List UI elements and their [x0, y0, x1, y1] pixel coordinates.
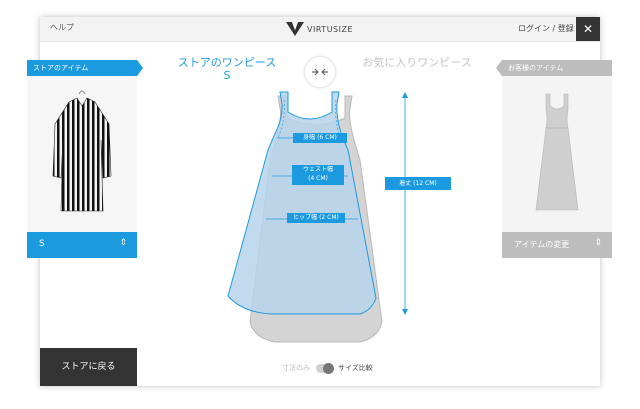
dimensions-only-label: 寸法のみ: [282, 364, 310, 372]
view-mode-toggle-row: 寸法のみ サイズ比較: [282, 362, 373, 374]
hip-measurement-label: ヒップ幅 (2 CM): [287, 213, 345, 223]
back-to-store-button[interactable]: ストアに戻る: [40, 348, 137, 386]
waist-measurement-label: ウェスト幅 (4 CM): [292, 165, 344, 185]
store-dress-silhouette: [227, 91, 377, 315]
waist-label-line2: (4 CM): [308, 175, 328, 182]
waist-label-line1: ウェスト幅: [302, 166, 333, 173]
bust-measurement-label: 身幅 (6 CM): [293, 133, 347, 143]
view-mode-toggle[interactable]: [316, 362, 334, 374]
toggle-knob: [323, 362, 334, 374]
length-measurement-label: 着丈 (12 CM): [385, 177, 451, 190]
size-comparison-label: サイズ比較: [338, 364, 373, 372]
